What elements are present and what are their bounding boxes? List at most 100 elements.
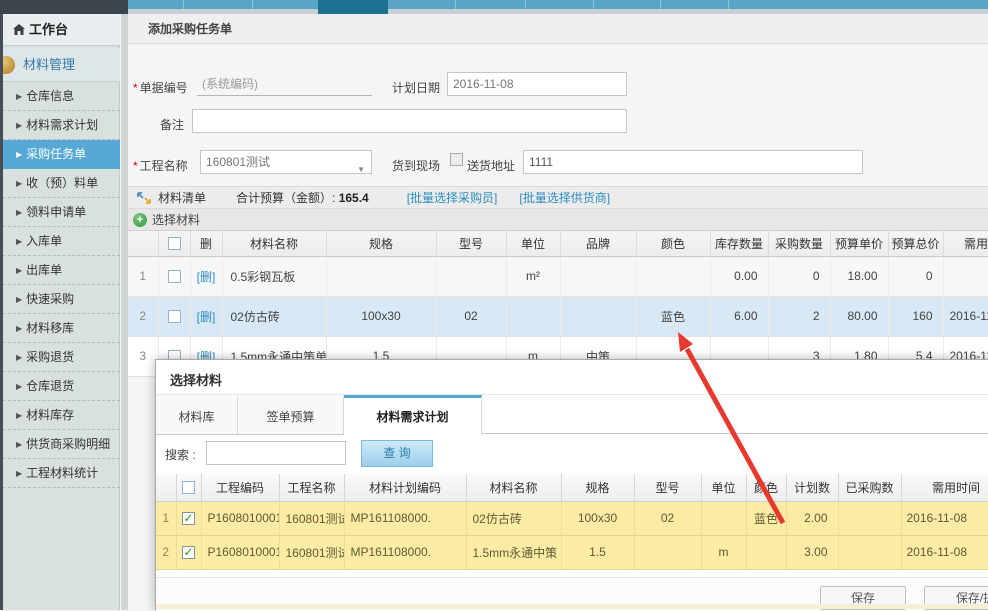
cell-mcode: MP161108000.	[344, 535, 466, 569]
checkbox-cell: ✓	[176, 501, 201, 535]
project-select[interactable]: 160801测试▼	[200, 150, 372, 174]
column-header: 单位	[506, 231, 560, 256]
dialog-tab-2[interactable]: 材料需求计划	[344, 395, 482, 435]
cell-stock: 0.00	[710, 256, 768, 296]
plan-date-input[interactable]	[447, 72, 627, 96]
active-menu-indicator[interactable]	[318, 0, 388, 14]
sidebar-workbench-header[interactable]: 工作台	[3, 14, 120, 46]
to-site-label: 货到现场	[392, 157, 440, 174]
sidebar-item-13[interactable]: ▶工程材料统计	[3, 459, 120, 488]
sidebar-item-9[interactable]: ▶采购退货	[3, 343, 120, 372]
delete-row-link[interactable]: [删]	[197, 270, 216, 284]
sidebar-item-label: 采购任务单	[26, 147, 86, 161]
home-icon	[13, 24, 25, 35]
row-checkbox[interactable]	[168, 310, 181, 323]
sidebar-splitter[interactable]	[121, 14, 128, 610]
query-button[interactable]: 查 询	[361, 440, 433, 467]
batch-select-supplier-link[interactable]: [批量选择供货商]	[519, 189, 610, 206]
sidebar-item-4[interactable]: ▶领料申请单	[3, 198, 120, 227]
column-header: 采购数量	[768, 231, 830, 256]
sidebar-item-0[interactable]: ▶仓库信息	[3, 82, 120, 111]
select-all-checkbox[interactable]	[168, 237, 181, 250]
cell-unit: m²	[506, 256, 560, 296]
cell-unit	[701, 501, 746, 535]
column-header: 删	[190, 231, 222, 256]
sidebar-menu: ▶仓库信息▶材料需求计划▶采购任务单▶收（预）料单▶领料申请单▶入库单▶出库单▶…	[3, 82, 120, 488]
cell-model: 02	[634, 501, 701, 535]
sidebar-item-12[interactable]: ▶供货商采购明细	[3, 430, 120, 459]
cell-qty: 0	[768, 256, 830, 296]
select-all-checkbox[interactable]	[182, 481, 195, 494]
section-orb-icon	[3, 56, 15, 74]
cell-unit: m	[701, 535, 746, 569]
delete-row-link[interactable]: [删]	[197, 310, 216, 324]
budget-total: 合计预算（金额）: 165.4	[236, 189, 369, 206]
table-row: 2✓P1608010001160801测试MP161108000.1.5mm永通…	[156, 535, 988, 569]
sidebar-item-6[interactable]: ▶ 出库单	[3, 256, 120, 285]
add-icon: +	[133, 213, 147, 227]
cell-price: 80.00	[830, 296, 888, 336]
sidebar-item-label: 入库单	[26, 234, 62, 248]
row-checkbox[interactable]	[168, 270, 181, 283]
sidebar-item-label: 领料申请单	[26, 205, 86, 219]
cell-model	[436, 256, 506, 296]
material-list-header: 材料清单 合计预算（金额）: 165.4 [批量选择采购员] [批量选择供货商]	[128, 186, 988, 209]
table-header-row: 删材料名称规格型号单位品牌颜色库存数量采购数量预算单价预算总价需用时间	[128, 231, 988, 256]
sidebar-item-label: 出库单	[26, 263, 62, 277]
sidebar-item-10[interactable]: ▶仓库退货	[3, 372, 120, 401]
workbench-label: 工作台	[29, 22, 68, 37]
cell-date: 2016-11-08	[901, 501, 988, 535]
checkbox-cell: ✓	[176, 535, 201, 569]
doc-no-input[interactable]	[197, 72, 372, 96]
remark-input[interactable]	[192, 109, 627, 133]
address-input[interactable]	[523, 150, 863, 174]
cell-mname: 02仿古砖	[466, 501, 561, 535]
cell-spec	[326, 256, 436, 296]
material-list-table: 删材料名称规格型号单位品牌颜色库存数量采购数量预算单价预算总价需用时间 1[删]…	[128, 231, 988, 377]
chevron-down-icon: ▼	[357, 159, 365, 181]
item-arrow-icon: ▶	[16, 150, 22, 159]
sidebar-section-materials[interactable]: 材料管理	[3, 48, 120, 82]
header-checkbox-cell	[176, 474, 201, 501]
cell-num: 3	[128, 336, 158, 376]
column-header: 规格	[326, 231, 436, 256]
item-arrow-icon: ▶	[16, 440, 22, 449]
dialog-tab-0[interactable]: 材料库	[156, 395, 238, 435]
project-label: *工程名称	[133, 157, 188, 174]
to-site-checkbox[interactable]	[450, 153, 463, 166]
cell-qty: 2	[768, 296, 830, 336]
sidebar-item-5[interactable]: ▶入库单	[3, 227, 120, 256]
sidebar-item-1[interactable]: ▶材料需求计划	[3, 111, 120, 140]
sidebar-item-3[interactable]: ▶收（预）料单	[3, 169, 120, 198]
cell-color	[746, 535, 786, 569]
column-header: 型号	[634, 474, 701, 501]
table-row: 1[删]0.5彩钢瓦板m²0.00018.000	[128, 256, 988, 296]
sidebar-item-8[interactable]: ▶材料移库	[3, 314, 120, 343]
header-checkbox-cell	[158, 231, 190, 256]
column-header: 工程名称	[279, 474, 344, 501]
cell-color: 蓝色	[636, 296, 710, 336]
project-select-value: 160801测试	[206, 155, 270, 169]
dialog-tab-1[interactable]: 签单预算	[238, 395, 344, 435]
cell-mname: 1.5mm永通中策	[466, 535, 561, 569]
batch-select-buyer-link[interactable]: [批量选择采购员]	[407, 189, 498, 206]
sidebar-item-7[interactable]: ▶快速采购	[3, 285, 120, 314]
material-list-title: 材料清单	[158, 189, 206, 206]
cell-color: 蓝色	[746, 501, 786, 535]
remark-label: 备注	[160, 116, 184, 133]
row-checkbox[interactable]: ✓	[182, 512, 195, 525]
sidebar-item-2[interactable]: ▶ 采购任务单	[3, 140, 120, 169]
search-input[interactable]	[206, 441, 346, 465]
item-arrow-icon: ▶	[16, 411, 22, 420]
column-header: 库存数量	[710, 231, 768, 256]
cell-brand	[560, 256, 636, 296]
item-arrow-icon: ▶	[16, 353, 22, 362]
checkbox-cell	[158, 256, 190, 296]
cell-name: 02仿古砖	[222, 296, 326, 336]
item-arrow-icon: ▶	[16, 266, 22, 275]
sidebar-item-11[interactable]: ▶材料库存	[3, 401, 120, 430]
column-header: 材料名称	[466, 474, 561, 501]
expand-icon[interactable]	[136, 191, 152, 205]
select-material-button[interactable]: 选择材料	[152, 211, 200, 228]
row-checkbox[interactable]: ✓	[182, 546, 195, 559]
